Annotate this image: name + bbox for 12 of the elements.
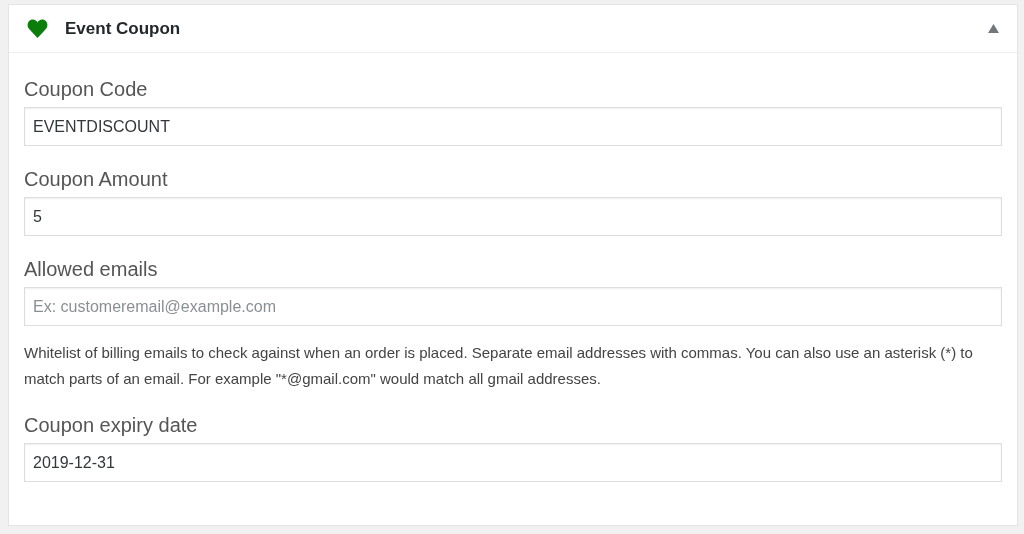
field-label: Allowed emails <box>24 257 159 282</box>
input-field[interactable]: 5 <box>24 197 1002 236</box>
field-label: Coupon Amount <box>24 167 169 192</box>
input-field[interactable]: Ex: customeremail@example.com <box>24 287 1002 326</box>
panel-title: Event Coupon <box>65 18 182 39</box>
input-field[interactable]: 2019-12-31 <box>24 443 1002 482</box>
heart-icon <box>27 19 48 38</box>
collapse-toggle-icon[interactable] <box>988 24 999 33</box>
field-description: Whitelist of billing emails to check against when an order is placed. Separate email addresses with commas. You can also use an asterisk (*) to match parts of an email. For example "*@gmail.com" would match all gmail addresses. <box>24 343 974 389</box>
field-label: Coupon Code <box>24 77 149 102</box>
input-field[interactable]: EVENTDISCOUNT <box>24 107 1002 146</box>
field-label: Coupon expiry date <box>24 413 199 438</box>
